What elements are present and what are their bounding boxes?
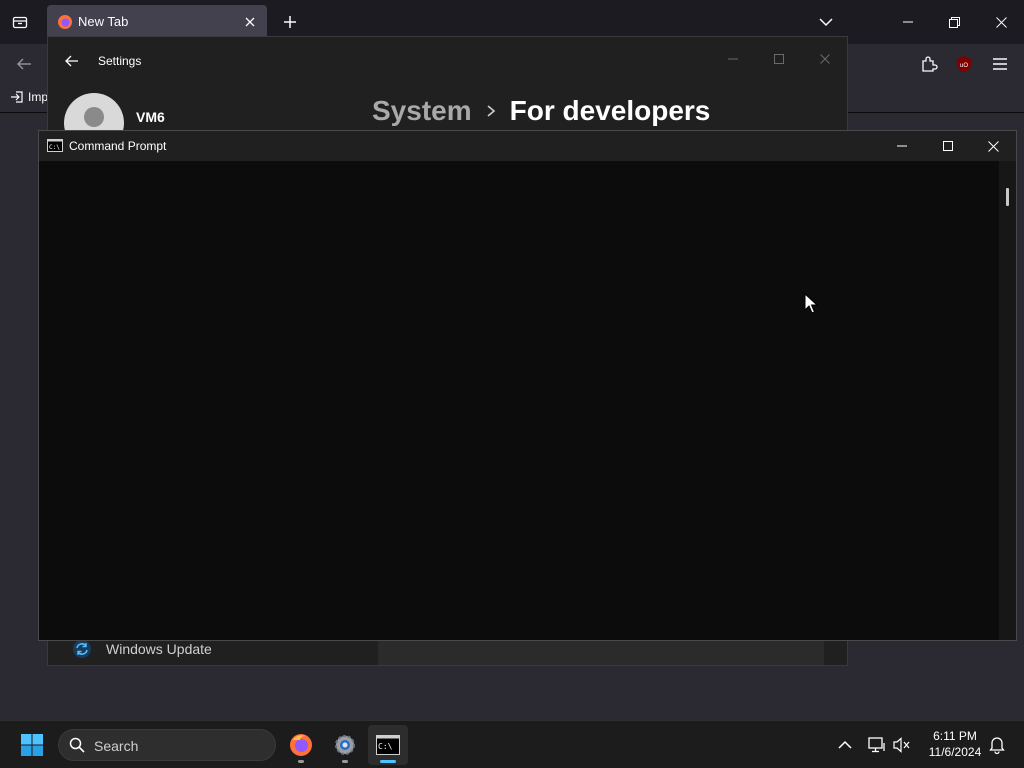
windows-start-icon[interactable] [18, 731, 46, 759]
cmd-maximize-icon[interactable] [925, 131, 971, 161]
svg-text:C:\: C:\ [378, 742, 393, 751]
active-indicator [380, 760, 396, 763]
bookmark-label: Imp [28, 90, 49, 104]
running-indicator [342, 760, 348, 763]
taskbar-search-box[interactable]: Search [58, 729, 276, 761]
sidebar-item-windows-update[interactable]: Windows Update [72, 639, 212, 659]
firefox-minimize-icon[interactable] [885, 0, 931, 44]
cmd-title-bar[interactable]: C:\ Command Prompt [39, 131, 1016, 161]
cmd-close-icon[interactable] [970, 131, 1016, 161]
page-title: For developers [509, 95, 711, 126]
running-indicator [298, 760, 304, 763]
cmd-app-icon: C:\ [376, 735, 400, 755]
tab-title: New Tab [78, 14, 129, 29]
firefox-restore-icon[interactable] [931, 0, 977, 44]
clock-date: 11/6/2024 [928, 745, 982, 759]
bookmark-import[interactable]: Imp [10, 90, 48, 104]
svg-text:C:\: C:\ [49, 144, 60, 151]
notification-bell-icon[interactable] [985, 733, 1009, 757]
settings-minimize-icon[interactable] [710, 43, 756, 75]
cmd-scrollbar-thumb[interactable] [1006, 188, 1009, 206]
cmd-console-area[interactable] [39, 161, 999, 640]
settings-title-bar: Settings [48, 37, 847, 85]
settings-app-title: Settings [98, 54, 142, 68]
cmd-scrollbar[interactable] [999, 161, 1016, 640]
chevron-up-icon[interactable] [833, 733, 857, 757]
back-arrow-icon[interactable] [12, 52, 36, 76]
chevron-down-icon[interactable] [815, 11, 837, 33]
settings-back-icon[interactable] [62, 51, 82, 71]
taskbar-settings[interactable] [325, 725, 365, 765]
tab-new-tab[interactable]: New Tab [47, 5, 267, 39]
taskbar: Search C:\ 6:11 PM 11/6/2024 [0, 720, 1024, 768]
close-tab-icon[interactable] [241, 13, 259, 31]
firefox-close-icon[interactable] [978, 0, 1024, 44]
hamburger-menu-icon[interactable] [988, 52, 1012, 76]
list-all-tabs-icon[interactable] [8, 10, 32, 34]
breadcrumb-system[interactable]: System [372, 95, 472, 127]
settings-close-icon[interactable] [802, 43, 847, 75]
taskbar-firefox[interactable] [281, 725, 321, 765]
cmd-app-icon: C:\ [47, 139, 63, 152]
new-tab-icon[interactable] [280, 12, 300, 32]
extensions-puzzle-icon[interactable] [917, 52, 941, 76]
taskbar-command-prompt[interactable]: C:\ [368, 725, 408, 765]
search-placeholder: Search [94, 738, 139, 754]
system-clock[interactable]: 6:11 PM 11/6/2024 [920, 728, 990, 760]
network-icon[interactable] [865, 733, 889, 757]
gear-icon [333, 733, 357, 757]
mouse-pointer-icon [804, 293, 818, 315]
windows-update-icon [72, 639, 92, 659]
command-prompt-window: C:\ Command Prompt [38, 130, 1017, 641]
cmd-minimize-icon[interactable] [879, 131, 925, 161]
breadcrumb: System For developers [372, 95, 710, 127]
clock-time: 6:11 PM [933, 729, 977, 743]
volume-muted-icon[interactable] [890, 733, 914, 757]
firefox-icon [57, 14, 73, 30]
sidebar-item-label: Windows Update [106, 641, 212, 657]
chevron-right-icon [486, 103, 496, 119]
search-icon [69, 737, 85, 753]
settings-maximize-icon[interactable] [756, 43, 802, 75]
user-name: VM6 [136, 109, 165, 125]
import-icon [10, 90, 24, 104]
firefox-icon [289, 733, 313, 757]
cmd-title: Command Prompt [69, 139, 167, 153]
svg-text:uO: uO [960, 63, 968, 69]
ublock-origin-icon[interactable]: uO [952, 52, 976, 76]
